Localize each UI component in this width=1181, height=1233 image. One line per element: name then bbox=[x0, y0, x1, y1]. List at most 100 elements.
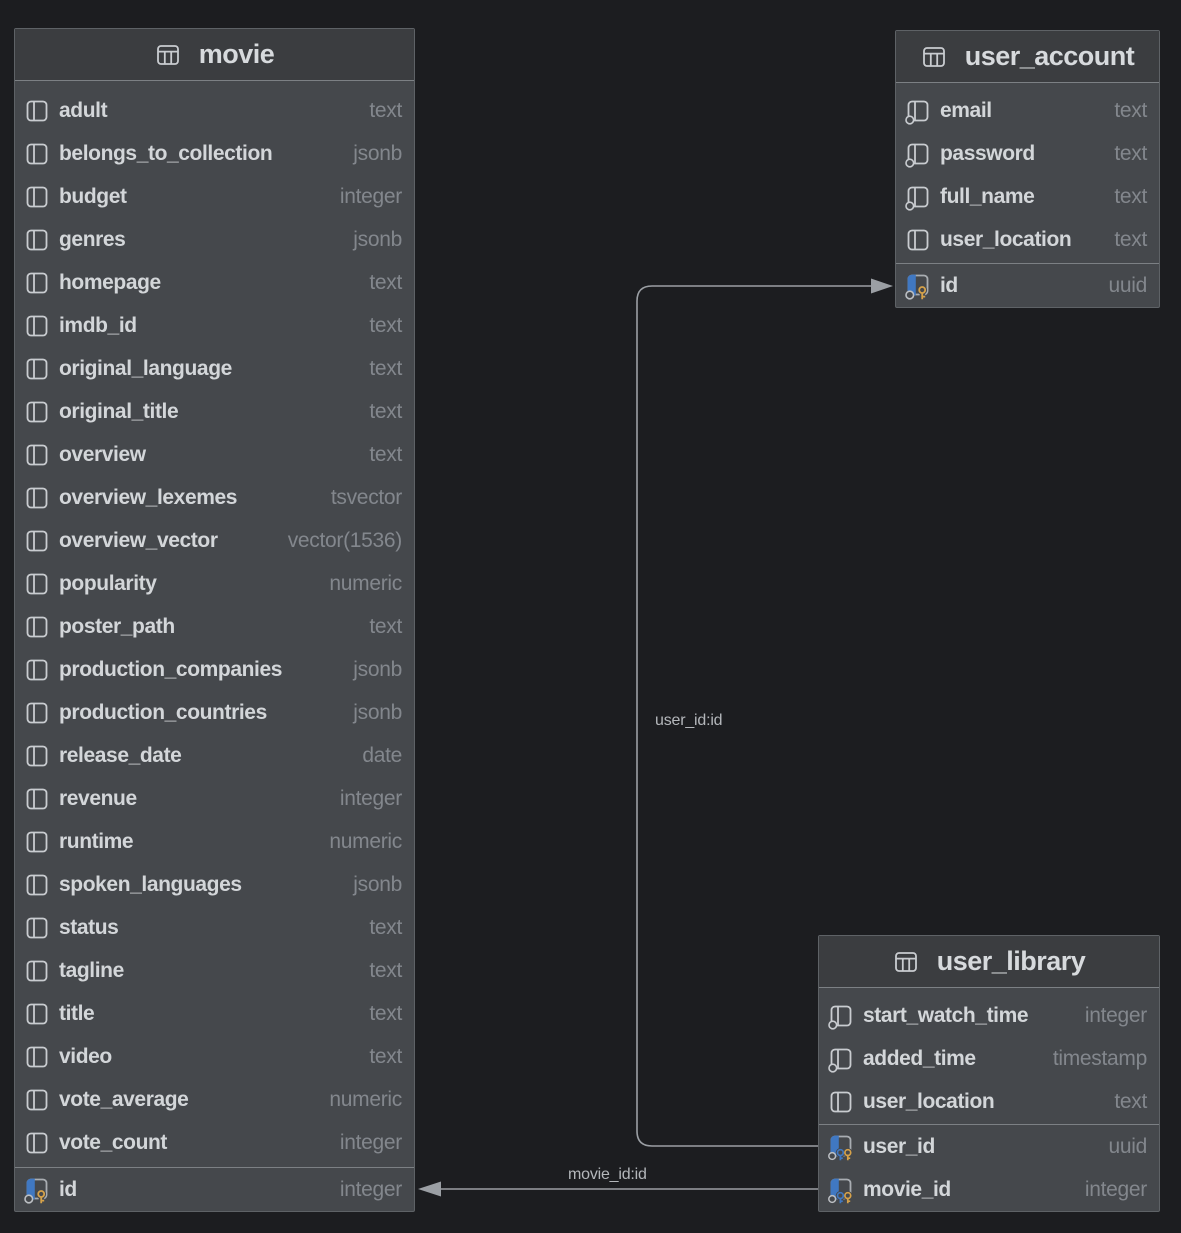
column-icon bbox=[24, 1129, 50, 1157]
column-type: text bbox=[355, 615, 402, 639]
column-id[interactable]: iduuid bbox=[896, 264, 1159, 307]
column-icon bbox=[24, 699, 50, 727]
column-type: text bbox=[355, 271, 402, 295]
column-icon bbox=[24, 957, 50, 985]
column-vote_average[interactable]: vote_averagenumeric bbox=[15, 1078, 414, 1121]
column-name: overview_vector bbox=[59, 529, 218, 553]
column-icon bbox=[24, 570, 50, 598]
column-type: text bbox=[355, 1002, 402, 1026]
column-icon bbox=[24, 613, 50, 641]
column-name: adult bbox=[59, 99, 107, 123]
column-icon bbox=[24, 871, 50, 899]
column-type: uuid bbox=[1094, 274, 1147, 298]
column-type: text bbox=[355, 99, 402, 123]
table-columns: adulttextbelongs_to_collectionjsonbbudge… bbox=[15, 81, 414, 1167]
column-name: spoken_languages bbox=[59, 873, 242, 897]
erd-canvas[interactable]: user_id:id movie_id:id movieadulttextbel… bbox=[0, 0, 1181, 1233]
column-type: timestamp bbox=[1039, 1047, 1147, 1071]
column-video[interactable]: videotext bbox=[15, 1035, 414, 1078]
column-overview[interactable]: overviewtext bbox=[15, 433, 414, 476]
column-type: jsonb bbox=[339, 142, 402, 166]
column-full_name[interactable]: full_nametext bbox=[896, 175, 1159, 218]
column-icon bbox=[24, 656, 50, 684]
column-password[interactable]: password text bbox=[896, 132, 1159, 175]
column-icon bbox=[905, 226, 931, 254]
column-icon bbox=[24, 183, 50, 211]
column-name: popularity bbox=[59, 572, 157, 596]
column-type: text bbox=[1100, 99, 1147, 123]
column-imdb_id[interactable]: imdb_idtext bbox=[15, 304, 414, 347]
relation-label-user-id: user_id:id bbox=[655, 712, 722, 729]
column-added_time[interactable]: added_time timestamp bbox=[819, 1037, 1159, 1080]
column-start_watch_time[interactable]: start_watch_timeinteger bbox=[819, 994, 1159, 1037]
column-name: added_time bbox=[863, 1047, 976, 1071]
table-title: user_account bbox=[965, 41, 1135, 72]
column-type: text bbox=[1100, 142, 1147, 166]
column-title[interactable]: title text bbox=[15, 992, 414, 1035]
column-name: budget bbox=[59, 185, 127, 209]
column-type: text bbox=[355, 916, 402, 940]
relation-arrowhead-user-id bbox=[871, 279, 893, 294]
column-icon bbox=[24, 441, 50, 469]
table-icon bbox=[921, 44, 947, 70]
column-email[interactable]: emailtext bbox=[896, 89, 1159, 132]
column-original_language[interactable]: original_languagetext bbox=[15, 347, 414, 390]
column-popularity[interactable]: popularitynumeric bbox=[15, 562, 414, 605]
indexed-column-icon bbox=[828, 1045, 854, 1073]
column-belongs_to_collection[interactable]: belongs_to_collectionjsonb bbox=[15, 132, 414, 175]
column-name: title bbox=[59, 1002, 94, 1026]
column-spoken_languages[interactable]: spoken_languagesjsonb bbox=[15, 863, 414, 906]
table-movie[interactable]: movie adult text belongs_to_collectionjsonb… bbox=[14, 28, 415, 1212]
column-vote_count[interactable]: vote_countinteger bbox=[15, 1121, 414, 1164]
column-name: user_location bbox=[863, 1090, 994, 1114]
column-name: movie_id bbox=[863, 1178, 951, 1202]
column-name: user_id bbox=[863, 1135, 935, 1159]
column-movie_id[interactable]: movie_idinteger bbox=[819, 1168, 1159, 1211]
column-genres[interactable]: genresjsonb bbox=[15, 218, 414, 261]
column-production_companies[interactable]: production_companiesjsonb bbox=[15, 648, 414, 691]
column-type: integer bbox=[326, 787, 402, 811]
table-columns: emailtext password text full_nametextuser_l… bbox=[896, 83, 1159, 263]
relation-arrowhead-movie-id bbox=[418, 1182, 441, 1197]
column-icon bbox=[24, 269, 50, 297]
primary-foreign-key-icon bbox=[828, 1133, 854, 1161]
column-revenue[interactable]: revenueinteger bbox=[15, 777, 414, 820]
column-type: vector(1536) bbox=[274, 529, 402, 553]
column-name: password bbox=[940, 142, 1035, 166]
column-homepage[interactable]: homepagetext bbox=[15, 261, 414, 304]
table-user_account[interactable]: user_account emailtext password text full_na… bbox=[895, 30, 1160, 308]
table-icon bbox=[893, 949, 919, 975]
column-poster_path[interactable]: poster_pathtext bbox=[15, 605, 414, 648]
column-name: overview bbox=[59, 443, 146, 467]
column-name: original_title bbox=[59, 400, 178, 424]
column-user_location[interactable]: user_locationtext bbox=[896, 218, 1159, 261]
column-release_date[interactable]: release_datedate bbox=[15, 734, 414, 777]
column-type: text bbox=[355, 400, 402, 424]
column-type: uuid bbox=[1094, 1135, 1147, 1159]
table-header[interactable]: movie bbox=[15, 29, 414, 81]
column-production_countries[interactable]: production_countriesjsonb bbox=[15, 691, 414, 734]
column-original_title[interactable]: original_title text bbox=[15, 390, 414, 433]
table-header[interactable]: user_account bbox=[896, 31, 1159, 83]
column-runtime[interactable]: runtimenumeric bbox=[15, 820, 414, 863]
column-id[interactable]: idinteger bbox=[15, 1168, 414, 1211]
column-overview_lexemes[interactable]: overview_lexemestsvector bbox=[15, 476, 414, 519]
column-overview_vector[interactable]: overview_vector vector(1536) bbox=[15, 519, 414, 562]
column-status[interactable]: statustext bbox=[15, 906, 414, 949]
column-type: integer bbox=[326, 1131, 402, 1155]
table-header[interactable]: user_library bbox=[819, 936, 1159, 988]
column-icon bbox=[24, 1000, 50, 1028]
column-adult[interactable]: adult text bbox=[15, 89, 414, 132]
primary-key-icon bbox=[905, 272, 931, 300]
column-icon bbox=[24, 226, 50, 254]
column-user_id[interactable]: user_id uuid bbox=[819, 1125, 1159, 1168]
indexed-column-icon bbox=[905, 183, 931, 211]
column-budget[interactable]: budgetinteger bbox=[15, 175, 414, 218]
column-user_location[interactable]: user_locationtext bbox=[819, 1080, 1159, 1123]
column-type: jsonb bbox=[339, 228, 402, 252]
column-type: text bbox=[355, 1045, 402, 1069]
column-tagline[interactable]: taglinetext bbox=[15, 949, 414, 992]
table-user_library[interactable]: user_librarystart_watch_timeintegeradded… bbox=[818, 935, 1160, 1212]
column-icon bbox=[24, 828, 50, 856]
column-type: numeric bbox=[315, 830, 402, 854]
